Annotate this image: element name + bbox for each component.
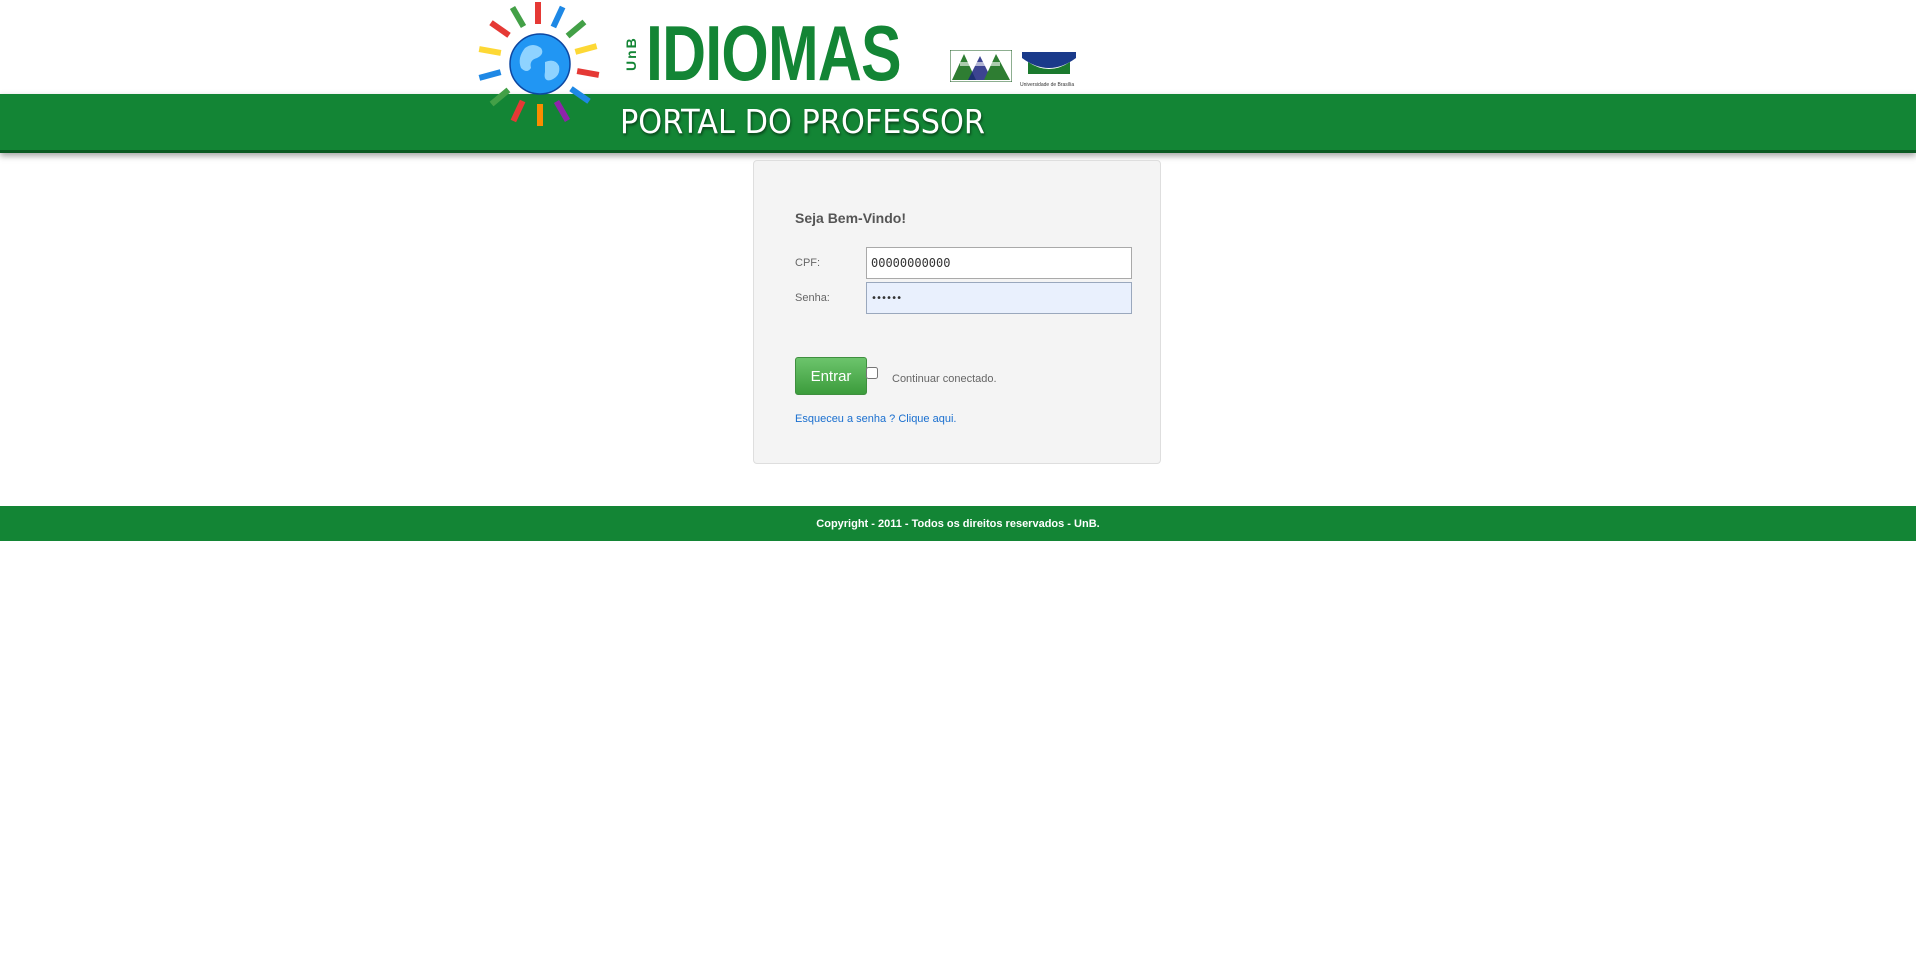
globe-people-logo-icon — [478, 2, 600, 126]
portal-subtitle: PORTAL DO PROFESSOR — [620, 102, 986, 141]
password-input[interactable] — [866, 282, 1132, 314]
cpf-input[interactable] — [866, 247, 1132, 279]
senha-label: Senha: — [795, 292, 830, 304]
brand-title: IDIOMAS — [646, 9, 902, 97]
remember-checkbox[interactable] — [866, 367, 878, 379]
forgot-password-link[interactable]: Esqueceu a senha ? Clique aqui. — [795, 413, 956, 425]
remember-label: Continuar conectado. — [892, 373, 997, 385]
institute-logo-icon — [950, 50, 1012, 82]
cpf-label: CPF: — [795, 257, 821, 269]
copyright-text: Copyright - 2011 - Todos os direitos res… — [816, 517, 1100, 530]
header: UnB IDIOMAS Universidade de Brasília POR… — [0, 0, 1916, 160]
login-form: Seja Bem-Vindo! CPF: Senha: Entrar Conti… — [753, 160, 1161, 464]
brand-prefix: UnB — [623, 36, 639, 72]
unb-vertical-label: UnB — [622, 26, 642, 82]
footer: Copyright - 2011 - Todos os direitos res… — [0, 506, 1916, 541]
unb-emblem-icon — [1022, 52, 1076, 74]
welcome-heading: Seja Bem-Vindo! — [795, 210, 906, 226]
entrar-button[interactable]: Entrar — [795, 357, 867, 395]
unb-logo-icon: Universidade de Brasília — [1020, 50, 1078, 88]
unb-logo-caption: Universidade de Brasília — [1020, 82, 1075, 88]
